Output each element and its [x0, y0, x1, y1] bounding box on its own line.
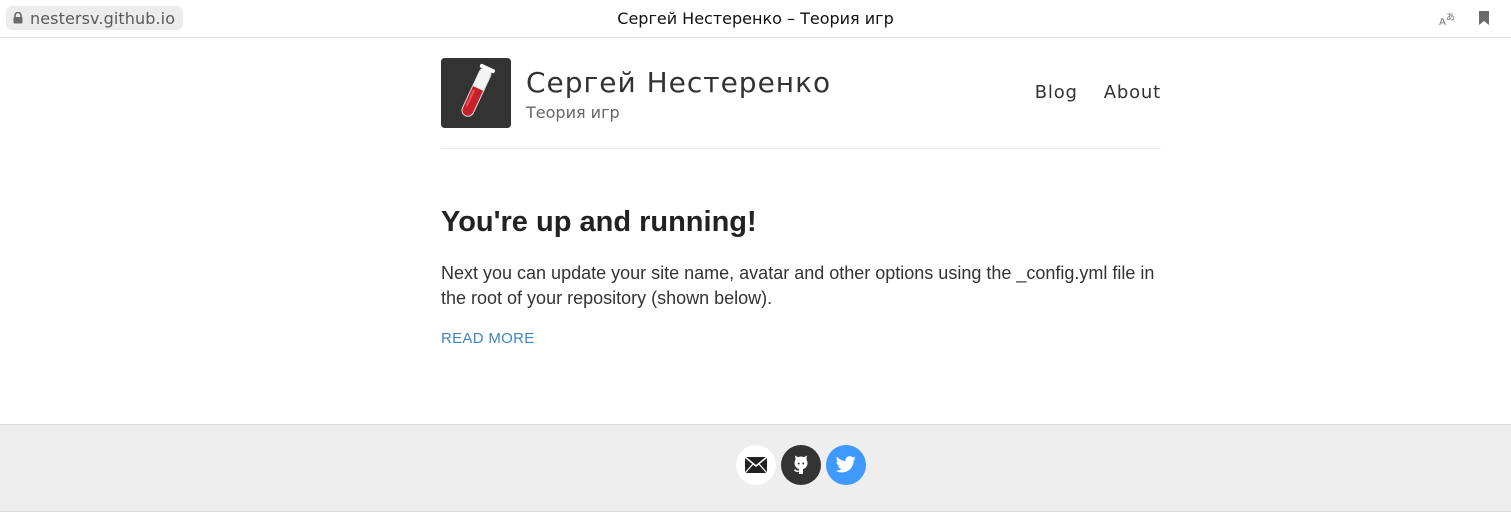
- site-nav: Blog About: [1035, 82, 1161, 103]
- github-icon: [793, 455, 808, 474]
- test-tube-icon: [441, 58, 511, 128]
- avatar[interactable]: [441, 58, 511, 128]
- nav-blog-link[interactable]: Blog: [1035, 82, 1078, 103]
- svg-text:A: A: [1439, 17, 1446, 28]
- bookmark-icon[interactable]: [1477, 10, 1491, 26]
- twitter-button[interactable]: [826, 445, 866, 485]
- read-more-link[interactable]: READ MORE: [441, 330, 535, 347]
- site-name[interactable]: Сергей Нестеренко: [526, 66, 831, 99]
- post-excerpt: Next you can update your site name, avat…: [441, 263, 1155, 308]
- post-title[interactable]: You're up and running!: [441, 206, 1161, 239]
- email-button[interactable]: [736, 445, 776, 485]
- page-title: Сергей Нестеренко – Теория игр: [617, 9, 894, 28]
- svg-text:あ: あ: [1446, 12, 1455, 23]
- envelope-icon: [744, 456, 768, 474]
- social-links: [736, 445, 866, 485]
- site-description: Теория игр: [526, 103, 620, 122]
- nav-about-link[interactable]: About: [1104, 82, 1161, 103]
- translate-icon[interactable]: A あ: [1438, 9, 1458, 29]
- site-header: Сергей Нестеренко Теория игр Blog About: [441, 58, 1161, 149]
- site-footer: [0, 424, 1511, 512]
- browser-toolbar: nestersv.github.io Сергей Нестеренко – Т…: [0, 0, 1511, 38]
- github-button[interactable]: [781, 445, 821, 485]
- twitter-icon: [835, 456, 856, 473]
- post-entry: You're up and running! Next you can upda…: [441, 206, 1161, 348]
